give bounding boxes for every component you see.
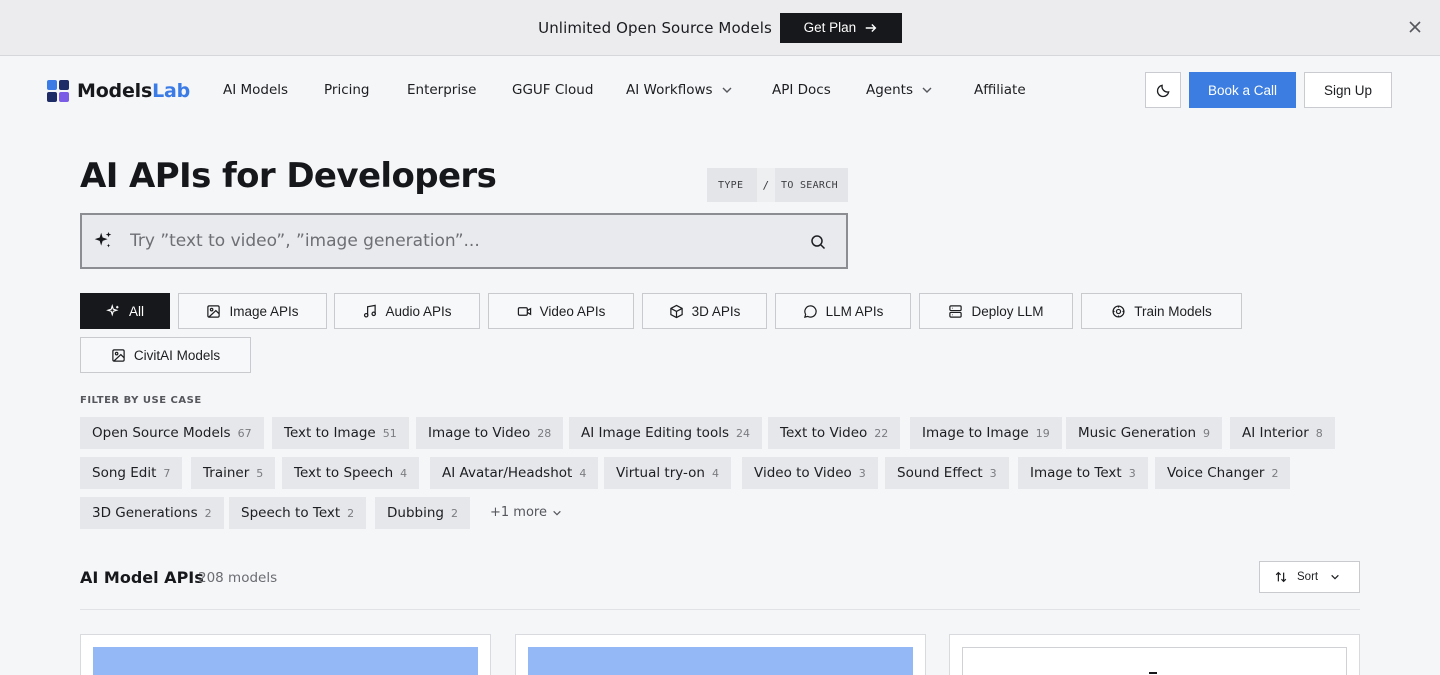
arrow-right-icon	[865, 23, 877, 32]
sort-arrows-icon	[1275, 571, 1287, 583]
chevron-down-icon	[1331, 574, 1339, 580]
navbar: ModelsLab AI Models Pricing Enterprise G…	[0, 56, 1440, 124]
get-plan-label: Get Plan	[803, 20, 857, 35]
video-icon	[517, 306, 531, 316]
nav-link-affiliate[interactable]: Affiliate	[974, 82, 1026, 98]
logo-mark-icon	[47, 80, 69, 102]
chat-icon	[803, 304, 817, 318]
search-input[interactable]	[130, 227, 790, 255]
tab-deploy-llm[interactable]: Deploy LLM	[919, 293, 1073, 329]
page-title: AI APIs for Developers	[80, 156, 497, 196]
model-card[interactable]	[949, 634, 1360, 675]
gear-icon	[1112, 304, 1125, 318]
sparkles-icon	[94, 231, 112, 248]
filter-chip[interactable]: Song Edit 7	[80, 457, 183, 489]
show-more-filters-button[interactable]: +1 more	[490, 505, 562, 520]
image-icon	[207, 304, 221, 318]
filter-chip[interactable]: Music Generation 9	[1066, 417, 1223, 449]
logo-text: ModelsLab	[77, 80, 191, 102]
moon-icon	[1156, 84, 1169, 97]
tab-llm-apis[interactable]: LLM APIs	[775, 293, 911, 329]
sort-button[interactable]: Sort	[1259, 561, 1360, 593]
filter-chip[interactable]: AI Interior 8	[1230, 417, 1335, 449]
get-plan-button[interactable]: Get Plan	[779, 12, 902, 43]
sparkles-icon	[106, 303, 119, 317]
search-box	[80, 213, 848, 269]
logo[interactable]: ModelsLab	[47, 80, 190, 102]
filter-chip[interactable]: Text to Speech 4	[282, 457, 420, 489]
filter-chip[interactable]: Dubbing 2	[375, 497, 470, 529]
models-section-title: AI Model APIs	[80, 568, 204, 587]
nav-link-ai-workflows[interactable]: AI Workflows	[626, 82, 733, 98]
filter-label: FILTER BY USE CASE	[80, 395, 202, 406]
nav-link-gguf-cloud[interactable]: GGUF Cloud	[512, 82, 593, 98]
filter-chip[interactable]: Trainer 5	[191, 457, 276, 489]
close-icon[interactable]	[1407, 19, 1423, 35]
filter-chip[interactable]: Text to Video 22	[768, 417, 901, 449]
nav-link-enterprise[interactable]: Enterprise	[407, 82, 476, 98]
image-icon	[112, 348, 125, 362]
model-thumbnail	[962, 647, 1347, 675]
chevron-down-icon	[922, 87, 932, 93]
tab-video-apis[interactable]: Video APIs	[488, 293, 634, 329]
filter-chip[interactable]: Speech to Text 2	[229, 497, 367, 529]
tab-train-models[interactable]: Train Models	[1081, 293, 1242, 329]
filter-chip[interactable]: Virtual try-on 4	[604, 457, 731, 489]
filter-chip[interactable]: 3D Generations 2	[80, 497, 224, 529]
search-shortcut-hint: TYPE / TO SEARCH	[707, 168, 848, 202]
filter-chip[interactable]: AI Image Editing tools 24	[569, 417, 762, 449]
model-card[interactable]	[515, 634, 926, 675]
filter-chip[interactable]: Image to Text 3	[1018, 457, 1148, 489]
music-icon	[364, 304, 377, 318]
models-count: 208 models	[198, 570, 278, 586]
filter-chip[interactable]: Video to Video 3	[742, 457, 878, 489]
nav-link-ai-models[interactable]: AI Models	[223, 82, 288, 98]
model-card[interactable]	[80, 634, 491, 675]
theme-toggle-button[interactable]	[1145, 72, 1181, 108]
filter-chip[interactable]: Text to Image 51	[272, 417, 409, 449]
sign-up-button[interactable]: Sign Up	[1304, 72, 1392, 108]
model-thumbnail	[528, 647, 913, 675]
filter-chip[interactable]: Image to Image 19	[910, 417, 1062, 449]
nav-link-pricing[interactable]: Pricing	[324, 82, 370, 98]
nav-link-api-docs[interactable]: API Docs	[772, 82, 831, 98]
server-icon	[949, 304, 963, 318]
model-thumbnail	[93, 647, 478, 675]
promo-banner: Unlimited Open Source Models Get Plan	[0, 0, 1440, 56]
tab-audio-apis[interactable]: Audio APIs	[334, 293, 480, 329]
filter-chip[interactable]: Image to Video 28	[416, 417, 564, 449]
banner-text: Unlimited Open Source Models	[538, 18, 772, 37]
filter-chip[interactable]: Open Source Models 67	[80, 417, 264, 449]
filter-chip[interactable]: AI Avatar/Headshot 4	[430, 457, 599, 489]
search-icon[interactable]	[810, 234, 826, 250]
slash-key: /	[757, 168, 775, 202]
tab-all[interactable]: All	[80, 293, 170, 329]
tab-civitai-models[interactable]: CivitAI Models	[80, 337, 251, 373]
chevron-down-icon	[553, 510, 561, 516]
tab-image-apis[interactable]: Image APIs	[178, 293, 327, 329]
nav-link-agents[interactable]: Agents	[866, 82, 933, 98]
cube-icon	[669, 304, 683, 318]
book-call-button[interactable]: Book a Call	[1189, 72, 1296, 108]
chevron-down-icon	[722, 87, 732, 93]
tab-3d-apis[interactable]: 3D APIs	[642, 293, 767, 329]
filter-chip[interactable]: Sound Effect 3	[885, 457, 1009, 489]
section-divider	[80, 609, 1360, 610]
filter-chip[interactable]: Voice Changer 2	[1155, 457, 1291, 489]
